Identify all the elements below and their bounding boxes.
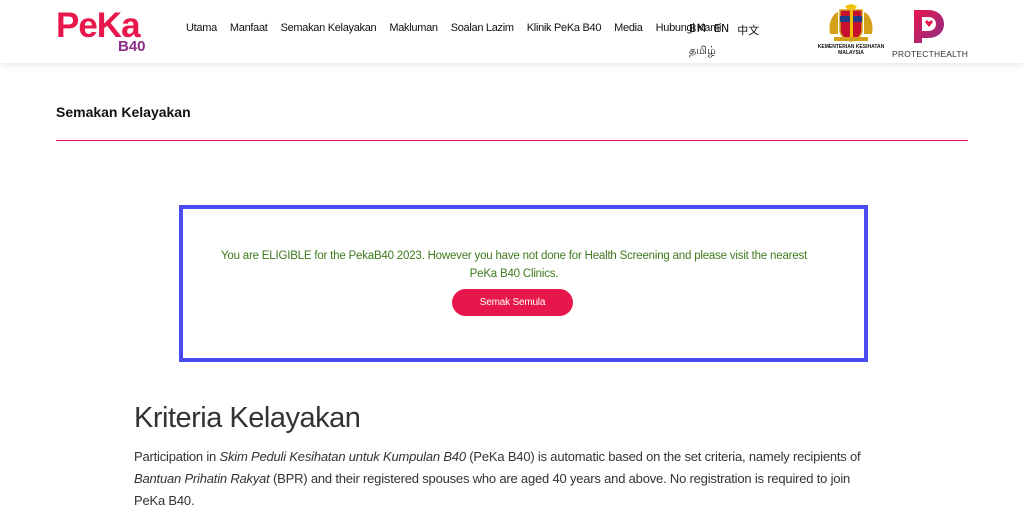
nav-item-manfaat[interactable]: Manfaat xyxy=(230,22,268,34)
lang-ta-link[interactable]: தமிழ் xyxy=(689,44,779,59)
lang-zh-link[interactable]: 中文 xyxy=(737,22,759,38)
scheme-name: Skim Peduli Kesihatan untuk Kumpulan B40 xyxy=(219,449,466,464)
main-nav: Utama Manfaat Semakan Kelayakan Makluman… xyxy=(186,22,734,34)
lang-en-link[interactable]: EN xyxy=(714,22,729,38)
criteria-text-part: (PeKa B40) is automatic based on the set… xyxy=(465,449,861,464)
nav-item-klinik[interactable]: Klinik PeKa B40 xyxy=(527,22,602,34)
logo-subtext: B40 xyxy=(118,38,146,55)
criteria-paragraph: Participation in Skim Peduli Kesihatan u… xyxy=(134,446,874,512)
eligibility-result-box: You are ELIGIBLE for the PekaB40 2023. H… xyxy=(179,205,868,362)
nav-item-utama[interactable]: Utama xyxy=(186,22,217,34)
malaysia-crest-icon xyxy=(824,4,878,44)
nav-item-makluman[interactable]: Makluman xyxy=(389,22,438,34)
bpr-name: Bantuan Prihatin Rakyat xyxy=(134,471,270,486)
nav-item-media[interactable]: Media xyxy=(614,22,643,34)
criteria-heading: Kriteria Kelayakan xyxy=(134,402,361,434)
nav-item-soalan-lazim[interactable]: Soalan Lazim xyxy=(451,22,514,34)
eligibility-message: You are ELIGIBLE for the PekaB40 2023. H… xyxy=(220,250,808,280)
language-switcher: BM EN 中文 தமிழ் xyxy=(689,22,779,59)
protecthealth-logo[interactable]: PROTECTHEALTH xyxy=(892,6,969,59)
site-header: PeKa B40 Utama Manfaat Semakan Kelayakan… xyxy=(0,0,1024,63)
peka-b40-logo[interactable]: PeKa B40 xyxy=(56,6,151,58)
page-title: Semakan Kelayakan xyxy=(56,104,191,120)
protecthealth-label: PROTECTHEALTH xyxy=(892,49,969,59)
kkm-label-country: MALAYSIA xyxy=(838,50,864,56)
criteria-text-part: Participation in xyxy=(134,449,220,464)
nav-item-semakan-kelayakan[interactable]: Semakan Kelayakan xyxy=(281,22,377,34)
protecthealth-icon xyxy=(914,10,944,43)
lang-bm-link[interactable]: BM xyxy=(689,22,706,38)
kkm-logo[interactable]: KEMENTERIAN KESIHATAN MALAYSIA xyxy=(816,4,886,60)
title-divider xyxy=(56,140,968,141)
recheck-button[interactable]: Semak Semula xyxy=(452,289,573,316)
